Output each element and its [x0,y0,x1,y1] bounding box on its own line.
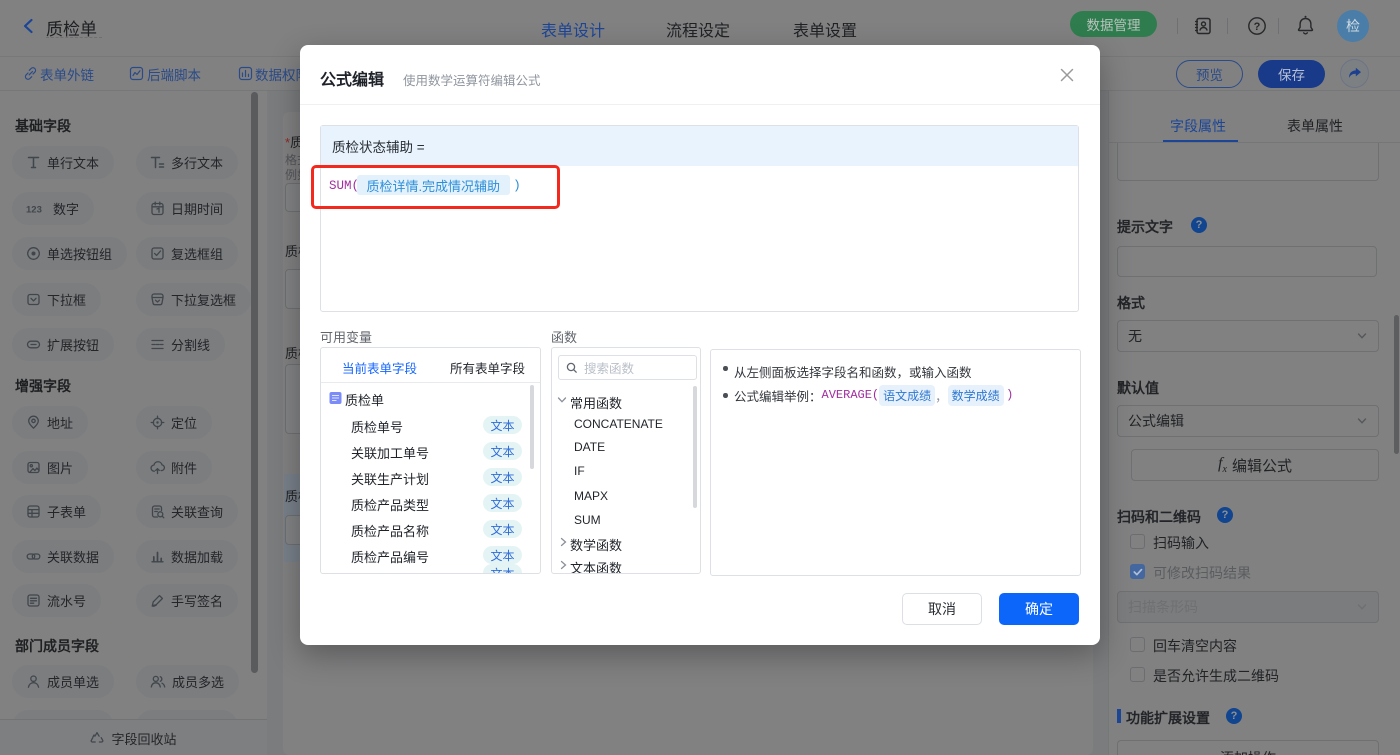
svg-text:?: ? [1254,21,1261,33]
svg-text:123: 123 [26,204,42,215]
